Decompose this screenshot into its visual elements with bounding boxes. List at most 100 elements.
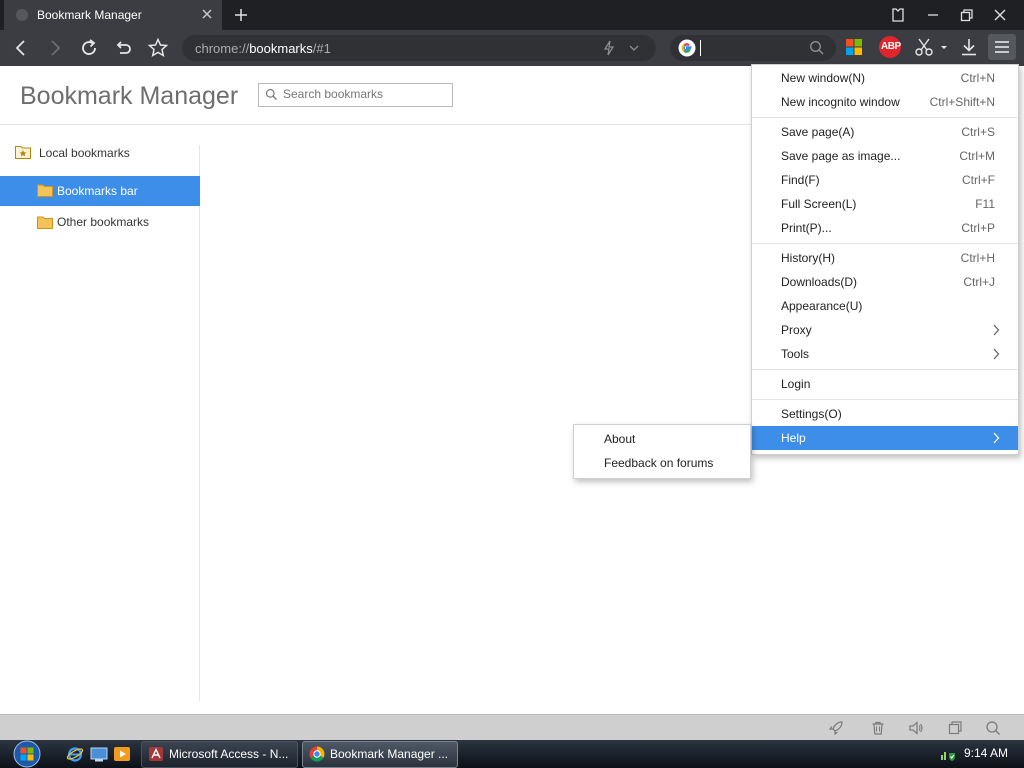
system-clock: 9:14 AM [964,746,1009,760]
menu-item-label: Save page as image... [781,149,901,163]
menu-item-label: New incognito window [781,95,900,109]
menu-item-find[interactable]: Find(F) Ctrl+F [752,168,1018,192]
tree-item-label: Local bookmarks [39,146,130,160]
close-window-icon[interactable] [987,4,1013,26]
google-icon[interactable] [678,39,696,57]
menu-item-label: About [604,432,636,446]
menu-separator [752,369,1018,370]
address-url: chrome://bookmarks/#1 [195,41,331,56]
menu-item-proxy[interactable]: Proxy [752,318,1018,342]
reload-icon[interactable] [77,36,101,60]
network-shield-icon[interactable] [940,746,956,762]
menu-separator [752,399,1018,400]
menu-item-downloads[interactable]: Downloads(D) Ctrl+J [752,270,1018,294]
menu-item-shortcut: Ctrl+M [959,149,995,163]
rocket-icon[interactable] [828,720,844,736]
header-divider [0,124,752,125]
internet-explorer-icon[interactable] [66,745,84,763]
tree-item-bookmarks-bar[interactable]: Bookmarks bar [0,176,200,206]
download-icon[interactable] [959,37,979,57]
menu-item-shortcut: Ctrl+Shift+N [929,95,995,109]
bookmark-search-field[interactable] [258,83,453,107]
access-app-icon [148,746,164,762]
search-icon [265,88,278,101]
submenu-item-feedback[interactable]: Feedback on forums [574,451,750,475]
menu-item-new-window[interactable]: New window(N) Ctrl+N [752,66,1018,90]
taskbar-item-bookmark-manager[interactable]: Bookmark Manager ... [302,741,458,768]
menu-item-shortcut: Ctrl+N [960,71,995,85]
scissors-icon[interactable] [914,37,948,57]
menu-item-shortcut: Ctrl+J [963,275,995,289]
tree-item-local-bookmarks[interactable]: Local bookmarks [0,138,200,168]
lightning-icon[interactable] [602,40,616,56]
taskbar-item-label: Microsoft Access - N... [169,747,289,761]
taskbar-item-label: Bookmark Manager ... [330,747,449,761]
menu-item-shortcut: Ctrl+P [961,221,995,235]
browser-app-icon [309,746,325,762]
bookmark-star-icon[interactable] [146,36,170,60]
zoom-icon[interactable] [985,720,1001,736]
trash-icon[interactable] [870,720,886,736]
tab-favicon-icon [16,9,28,21]
tree-item-other-bookmarks[interactable]: Other bookmarks [0,207,200,237]
start-button[interactable] [8,740,46,768]
tree-item-label: Other bookmarks [57,215,150,229]
search-engine-box[interactable] [670,35,836,61]
menu-separator [752,243,1018,244]
tree-item-label: Bookmarks bar [57,184,138,198]
text-caret [700,40,701,56]
menu-item-shortcut: Ctrl+F [962,173,995,187]
menu-item-label: Downloads(D) [781,275,858,289]
submenu-item-about[interactable]: About [574,427,750,451]
menu-separator [752,117,1018,118]
menu-item-print[interactable]: Print(P)... Ctrl+P [752,216,1018,240]
hamburger-icon [994,39,1010,55]
taskbar-item-access[interactable]: Microsoft Access - N... [141,741,298,768]
main-menu-button[interactable] [988,34,1016,60]
menu-item-label: Print(P)... [781,221,832,235]
address-bar[interactable]: chrome://bookmarks/#1 [182,35,656,61]
menu-item-label: Tools [781,347,810,361]
menu-item-tools[interactable]: Tools [752,342,1018,366]
tab-close-icon[interactable] [200,7,214,21]
back-icon[interactable] [9,36,33,60]
main-menu: New window(N) Ctrl+N New incognito windo… [751,64,1019,455]
apps-grid-icon[interactable] [845,38,863,56]
menu-item-save-page-as-image[interactable]: Save page as image... Ctrl+M [752,144,1018,168]
menu-item-label: Settings(O) [781,407,842,421]
menu-item-label: Feedback on forums [604,456,714,470]
menu-item-full-screen[interactable]: Full Screen(L) F11 [752,192,1018,216]
skin-icon[interactable] [885,4,911,26]
restore-icon[interactable] [953,4,979,26]
menu-item-shortcut: Ctrl+S [961,125,995,139]
minimize-icon[interactable] [920,4,946,26]
media-player-icon[interactable] [113,745,131,763]
menu-item-save-page[interactable]: Save page(A) Ctrl+S [752,120,1018,144]
menu-item-help[interactable]: Help [752,426,1018,450]
status-bar [0,714,1024,741]
menu-item-new-incognito-window[interactable]: New incognito window Ctrl+Shift+N [752,90,1018,114]
menu-item-label: Find(F) [781,173,820,187]
show-desktop-icon[interactable] [90,745,108,763]
tab-bookmark-manager[interactable]: Bookmark Manager [4,0,222,30]
menu-item-login[interactable]: Login [752,372,1018,396]
undo-close-icon[interactable] [111,36,135,60]
window-icon[interactable] [947,720,963,736]
volume-icon[interactable] [908,720,924,736]
starred-folder-icon [15,145,31,159]
menu-item-settings[interactable]: Settings(O) [752,402,1018,426]
chevron-right-icon [992,348,1000,360]
menu-item-appearance[interactable]: Appearance(U) [752,294,1018,318]
new-tab-icon[interactable] [230,5,252,25]
forward-icon[interactable] [43,36,67,60]
search-icon[interactable] [809,40,825,56]
menu-item-history[interactable]: History(H) Ctrl+H [752,246,1018,270]
adblock-icon[interactable]: ABP [879,36,901,58]
menu-item-label: Proxy [781,323,812,337]
menu-item-shortcut: F11 [975,197,995,211]
chevron-right-icon [992,432,1000,444]
menu-item-label: Login [781,377,811,391]
chevron-down-icon[interactable] [628,43,640,53]
search-bookmarks-input[interactable] [283,85,443,103]
menu-item-label: Appearance(U) [781,299,863,313]
